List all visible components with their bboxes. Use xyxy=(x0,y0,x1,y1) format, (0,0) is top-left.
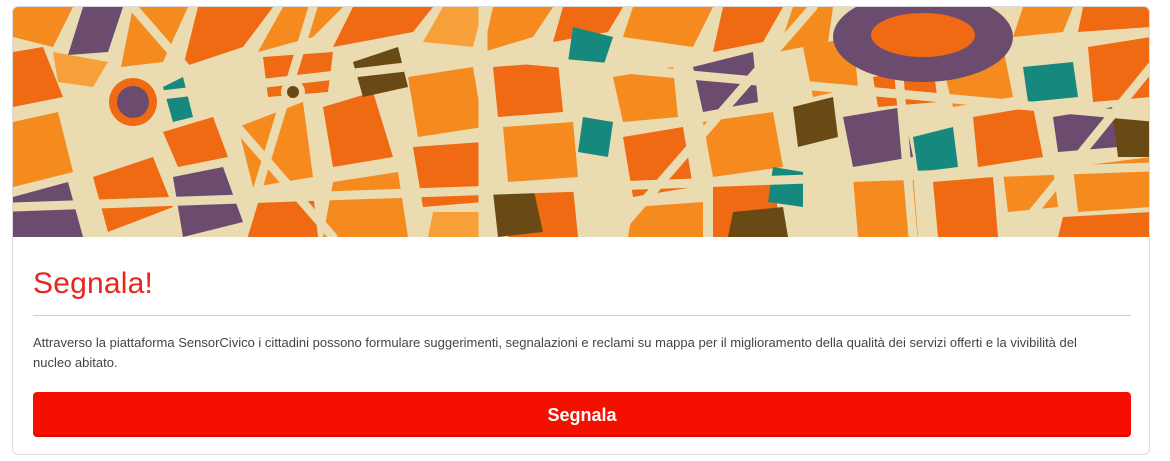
report-button[interactable]: Segnala xyxy=(33,392,1131,437)
card-body: Segnala! Attraverso la piattaforma Senso… xyxy=(33,237,1131,437)
city-map-banner-image xyxy=(13,7,1149,237)
card-title: Segnala! xyxy=(33,267,154,300)
report-card: Segnala! Attraverso la piattaforma Senso… xyxy=(12,6,1150,455)
card-description: Attraverso la piattaforma SensorCivico i… xyxy=(33,335,1077,370)
divider xyxy=(33,315,1131,316)
